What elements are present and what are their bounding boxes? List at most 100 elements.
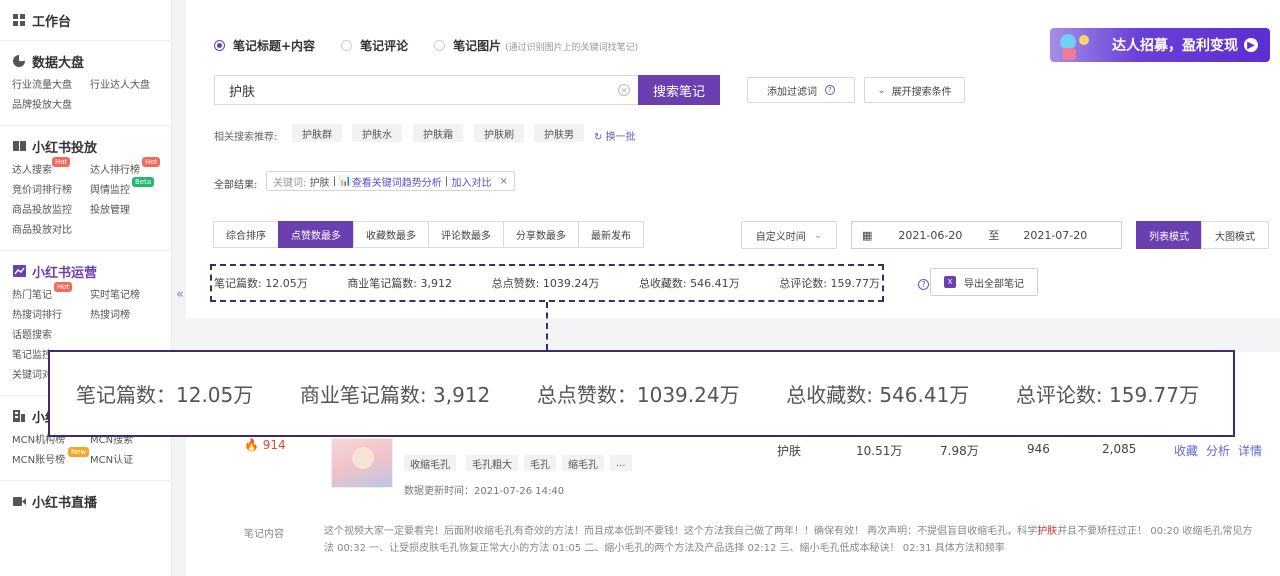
sidebar-section-live: 小红书直播: [0, 481, 171, 521]
sidebar-item[interactable]: 热门笔记 Hot: [12, 282, 90, 303]
sidebar-item[interactable]: 商品投放对比: [12, 224, 90, 238]
section-title[interactable]: 小红书运营: [12, 259, 159, 283]
date-range-picker[interactable]: ▦ 2021-06-20 至 2021-07-20: [851, 221, 1122, 249]
sidebar-item[interactable]: 热搜词榜: [90, 309, 168, 323]
help-icon[interactable]: ?: [918, 279, 929, 290]
fire-icon: 🔥: [244, 438, 259, 452]
clear-icon[interactable]: ×: [618, 84, 630, 96]
video-icon: [12, 494, 26, 508]
related-chip[interactable]: 护肤水: [352, 124, 402, 142]
grid-mode-button[interactable]: 大图模式: [1201, 221, 1269, 249]
sidebar-item[interactable]: 行业流量大盘: [12, 79, 90, 93]
hot-badge: Hot: [142, 157, 161, 167]
row-comments: 946: [1027, 442, 1050, 456]
note-tag[interactable]: 收缩毛孔: [404, 455, 456, 471]
date-separator: 至: [988, 229, 1000, 242]
tab-most-likes[interactable]: 点赞数最多: [278, 221, 354, 248]
trend-chart-icon: [12, 264, 26, 278]
hot-badge: Hot: [52, 157, 71, 167]
workbench-link[interactable]: 工作台: [12, 8, 159, 32]
sidebar-item[interactable]: 投放管理: [90, 204, 168, 218]
radio-label: 笔记评论: [360, 39, 409, 53]
note-tag[interactable]: 缩毛孔: [562, 455, 604, 471]
close-icon[interactable]: ×: [499, 176, 507, 187]
related-chip[interactable]: 护肤霜: [413, 124, 463, 142]
section-title[interactable]: 小红书直播: [12, 489, 159, 513]
collect-action[interactable]: 收藏: [1174, 442, 1198, 459]
stat-notes: 笔记篇数: 12.05万: [214, 277, 308, 290]
sidebar-item[interactable]: MCN账号榜 New: [12, 447, 90, 468]
sidebar-workbench[interactable]: 工作台: [0, 0, 171, 41]
building-icon: [12, 409, 26, 423]
sort-tabs: 综合排序 点赞数最多 收藏数最多 评论数最多 分享数最多 最新发布: [213, 221, 644, 248]
sidebar-item[interactable]: [90, 329, 168, 343]
sidebar-item[interactable]: 热搜词排行: [12, 309, 90, 323]
chevron-down-icon: ⌄: [813, 229, 823, 241]
zoom-stat-comments: 总评论数: 159.77万: [1015, 383, 1199, 407]
list-mode-button[interactable]: 列表模式: [1136, 221, 1202, 249]
collapse-sidebar-icon[interactable]: «: [176, 287, 184, 302]
mascot-icon: [1060, 34, 1089, 60]
zoom-stat-collects: 总收藏数: 546.41万: [786, 383, 970, 407]
related-chip[interactable]: 护肤男: [534, 124, 584, 142]
help-icon: ?: [825, 85, 835, 95]
recruit-banner[interactable]: 达人招募，盈利变现 ▶: [1050, 28, 1270, 62]
tab-composite[interactable]: 综合排序: [213, 221, 279, 248]
radio-label: 笔记标题+内容: [233, 39, 316, 53]
tab-most-comments[interactable]: 评论数最多: [428, 221, 504, 248]
note-tag[interactable]: 毛孔粗大: [466, 455, 518, 471]
radio-comments[interactable]: [341, 40, 353, 51]
sidebar-item[interactable]: 品牌投放大盘: [12, 99, 90, 113]
stats-zoom-callout: 笔记篇数：12.05万 商业笔记篇数: 3,912 总点赞数：1039.24万 …: [48, 350, 1235, 437]
add-filter-button[interactable]: 添加过滤词 ?: [747, 77, 855, 103]
row-likes: 10.51万: [856, 444, 903, 458]
content-label: 笔记内容: [244, 529, 284, 540]
note-tag[interactable]: 毛孔: [524, 455, 556, 471]
search-button[interactable]: 搜索笔记: [638, 75, 720, 105]
zoom-stat-likes: 总点赞数：1039.24万: [536, 383, 740, 407]
sidebar-item[interactable]: 行业达人大盘: [90, 79, 168, 93]
sidebar-item[interactable]: 商品投放监控: [12, 204, 90, 218]
search-input[interactable]: 护肤 ×: [214, 75, 638, 105]
tab-most-collects[interactable]: 收藏数最多: [353, 221, 429, 248]
detail-action[interactable]: 详情: [1238, 442, 1262, 459]
zoom-stat-notes: 笔记篇数：12.05万: [76, 383, 254, 407]
related-chip[interactable]: 护肤刷: [474, 124, 524, 142]
sidebar-item[interactable]: 话题搜索: [12, 329, 90, 343]
analyze-action[interactable]: 分析: [1206, 442, 1230, 459]
zoom-stat-commercial: 商业笔记篇数: 3,912: [299, 383, 491, 407]
related-chip[interactable]: 护肤群: [292, 124, 342, 142]
related-label: 相关搜索推荐:: [214, 132, 278, 143]
tab-most-shares[interactable]: 分享数最多: [503, 221, 579, 248]
sidebar-item[interactable]: 竞价词排行榜: [12, 184, 90, 198]
search-value: 护肤: [229, 84, 256, 100]
sidebar-section-data: 数据大盘 行业流量大盘 行业达人大盘 品牌投放大盘: [0, 41, 171, 126]
export-all-button[interactable]: X 导出全部笔记: [930, 268, 1038, 296]
pie-chart-icon: [12, 54, 26, 68]
trend-analysis-link[interactable]: 查看关键词趋势分析: [352, 174, 442, 189]
sidebar-item[interactable]: 实时笔记榜: [90, 289, 168, 303]
sidebar-item[interactable]: 达人排行榜 Hot: [90, 157, 168, 178]
update-time: 数据更新时间：2021-07-26 14:40: [404, 486, 565, 497]
sidebar-item[interactable]: 舆情监控 Beta: [90, 177, 168, 198]
refresh-link[interactable]: ↻ 换一批: [594, 128, 636, 143]
note-thumbnail[interactable]: [331, 438, 393, 488]
radio-images[interactable]: [434, 40, 446, 51]
stats-summary: 笔记篇数: 12.05万 商业笔记篇数: 3,912 总点赞数: 1039.24…: [210, 264, 884, 302]
section-title[interactable]: 数据大盘: [12, 49, 159, 73]
add-compare-link[interactable]: 加入对比: [451, 174, 491, 189]
section-title[interactable]: 小红书投放: [12, 134, 159, 158]
radio-title-content[interactable]: [214, 40, 225, 51]
note-tag[interactable]: ...: [610, 455, 632, 471]
stat-collects: 总收藏数: 546.41万: [638, 277, 740, 290]
tab-newest[interactable]: 最新发布: [578, 221, 644, 248]
calendar-icon: ▦: [862, 228, 873, 242]
main-panel: 笔记标题+内容 笔记评论 笔记图片 (通过识别图片上的关键词找笔记) 达人招募，盈…: [186, 0, 1280, 576]
arrow-right-icon: ▶: [1244, 38, 1258, 52]
expand-conditions-button[interactable]: ⌄ 展开搜索条件: [864, 77, 965, 103]
sidebar-item[interactable]: MCN认证: [90, 454, 168, 468]
radio-note: (通过识别图片上的关键词找笔记): [505, 43, 639, 53]
custom-time-select[interactable]: 自定义时间 ⌄: [741, 221, 837, 249]
sidebar-item[interactable]: 达人搜索 Hot: [12, 157, 90, 178]
excel-icon: X: [944, 276, 956, 288]
